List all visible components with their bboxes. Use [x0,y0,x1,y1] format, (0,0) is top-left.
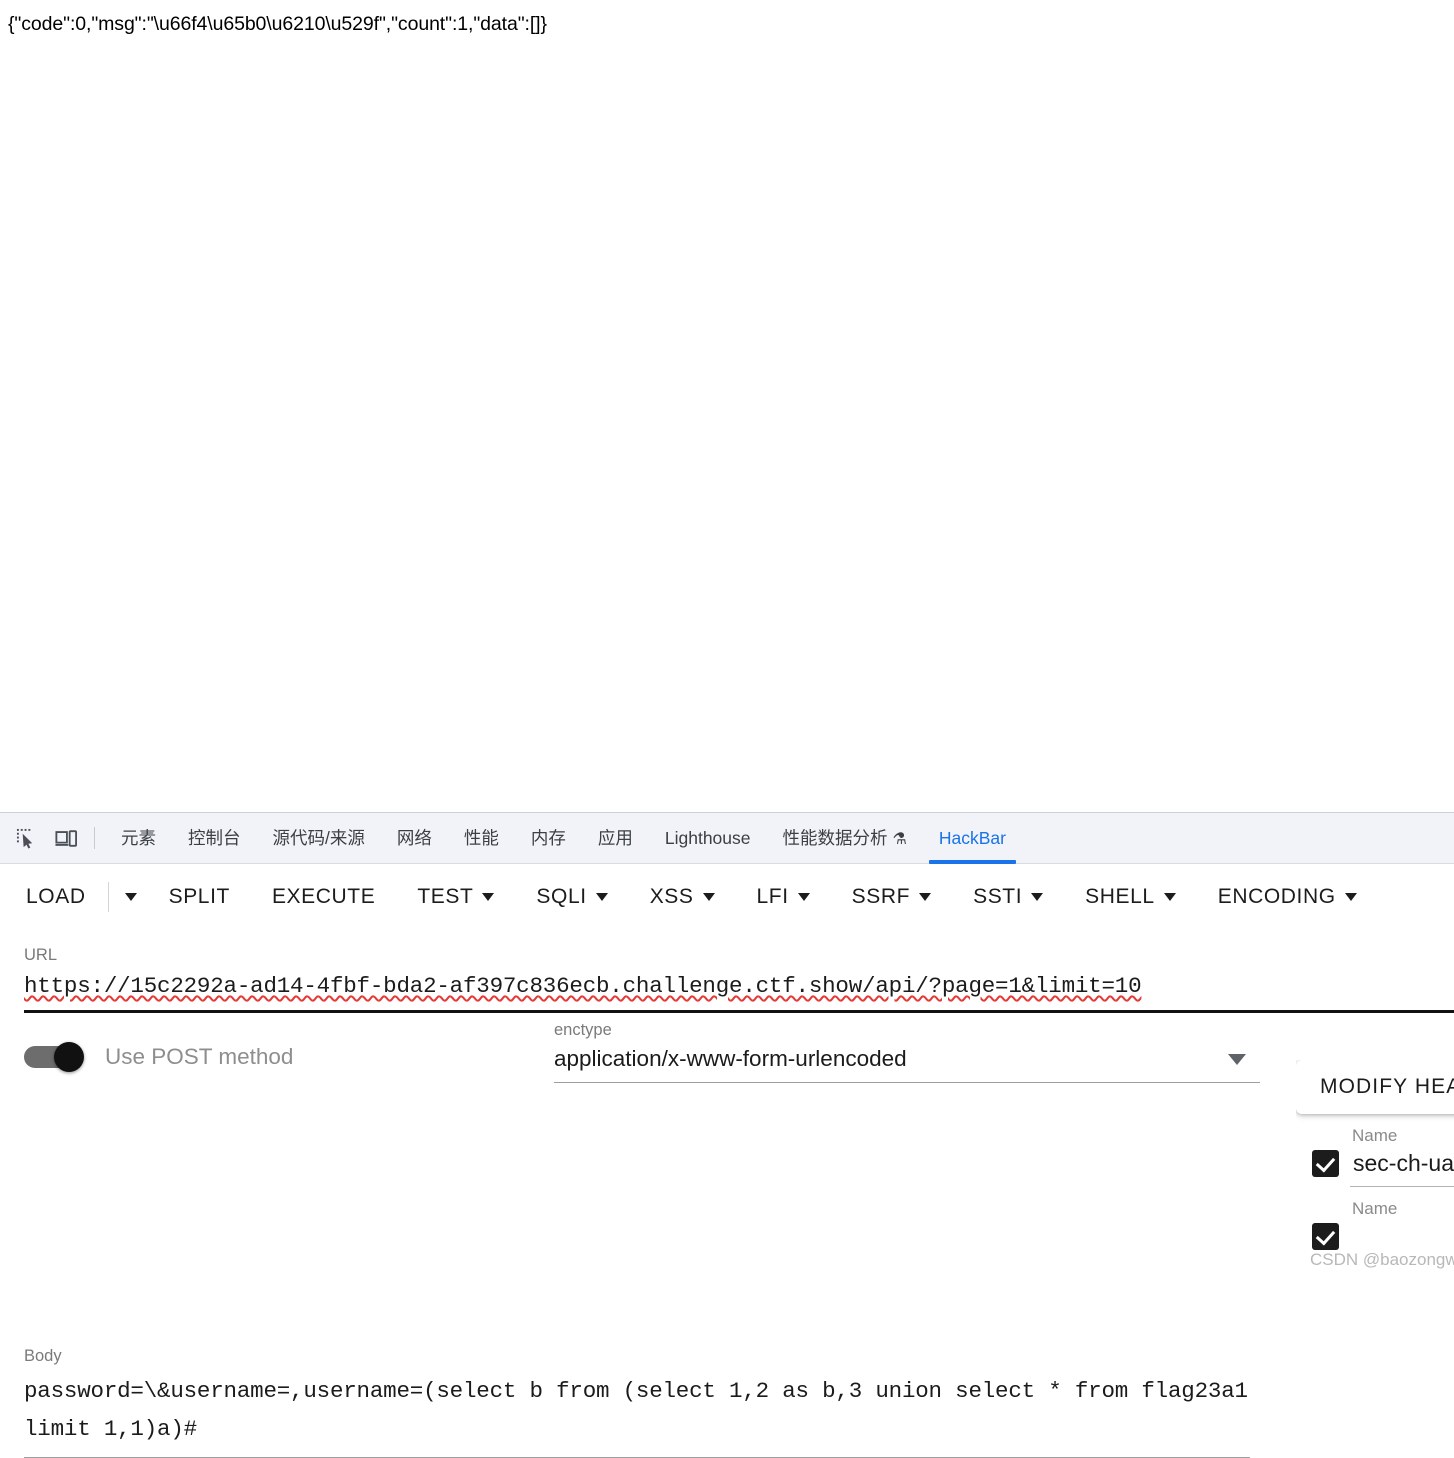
ssti-button[interactable]: SSTI [973,885,1044,909]
chevron-down-icon [1344,893,1357,901]
ssrf-label: SSRF [851,885,911,908]
tab-performance[interactable]: 性能 [448,812,515,864]
header-enabled-checkbox[interactable] [1312,1223,1339,1250]
tab-performance-insights-label: 性能数据分析 [782,828,888,848]
ssti-label: SSTI [973,885,1023,908]
body-field-group: Body password=\&username=,username=(sele… [24,1347,1250,1458]
tab-application[interactable]: 应用 [582,812,649,864]
tab-hackbar[interactable]: HackBar [923,812,1022,864]
toggle-knob [54,1042,84,1072]
device-toolbar-icon[interactable] [50,822,82,854]
tab-network[interactable]: 网络 [381,812,448,864]
modify-headers-button[interactable]: MODIFY HEADERS [1296,1060,1454,1114]
chevron-down-icon [482,893,495,901]
tab-performance-insights[interactable]: 性能数据分析 ⚗ [767,812,923,864]
devtools-panel: 元素 控制台 源代码/来源 网络 性能 内存 应用 Lighthouse 性能数… [0,812,1454,1458]
flask-icon: ⚗ [892,831,907,848]
sqli-button[interactable]: SQLI [536,885,608,909]
body-label: Body [24,1347,62,1365]
xss-label: XSS [649,885,694,908]
devtools-tabstrip: 元素 控制台 源代码/来源 网络 性能 内存 应用 Lighthouse 性能数… [0,812,1454,864]
url-field-group: URL https://15c2292a-ad14-4fbf-bda2-af39… [24,946,1454,1013]
chevron-down-icon [1163,893,1176,901]
header-name-label: Name [1352,1126,1398,1145]
tab-lighthouse[interactable]: Lighthouse [649,812,767,864]
url-input[interactable]: https://15c2292a-ad14-4fbf-bda2-af397c83… [24,971,1424,1001]
body-textarea[interactable]: password=\&username=,username=(select b … [24,1372,1250,1448]
enctype-field-group: enctype application/x-www-form-urlencode… [554,1021,1260,1083]
load-divider [107,882,109,912]
hackbar-toolbar: LOAD SPLIT EXECUTE TEST SQLI XSS LFI SSR… [0,864,1454,930]
ssrf-button[interactable]: SSRF [851,885,932,909]
enctype-underline [554,1082,1260,1083]
xss-button[interactable]: XSS [650,885,715,909]
load-button[interactable]: LOAD [26,885,86,909]
modify-headers-panel: MODIFY HEADERS Name sec-ch-ua Name [1296,1060,1454,1278]
header-name-input[interactable]: sec-ch-ua [1353,1150,1454,1177]
shell-label: SHELL [1085,885,1155,908]
toggle-switch[interactable] [24,1042,86,1072]
header-input-underline [1350,1186,1454,1187]
test-label: TEST [417,885,474,908]
tab-memory[interactable]: 内存 [515,812,582,864]
url-label: URL [24,946,58,964]
chevron-down-icon [797,893,810,901]
chevron-down-icon [1031,893,1044,901]
lfi-button[interactable]: LFI [757,885,810,909]
header-enabled-checkbox[interactable] [1312,1150,1339,1177]
header-field: sec-ch-ua [1296,1150,1454,1177]
encoding-button[interactable]: ENCODING [1218,885,1357,909]
test-button[interactable]: TEST [417,885,495,909]
header-row: Name [1296,1199,1454,1250]
use-post-method-label: Use POST method [105,1044,294,1069]
enctype-label: enctype [554,1021,612,1039]
page-response-area: {"code":0,"msg":"\u66f4\u65b0\u6210\u529… [0,0,1454,812]
header-name-label: Name [1352,1199,1398,1218]
chevron-down-icon [595,893,608,901]
header-field [1296,1223,1454,1250]
use-post-method-toggle[interactable]: Use POST method [24,1042,294,1072]
chevron-down-icon [1228,1053,1246,1065]
header-row: Name sec-ch-ua [1296,1126,1454,1187]
execute-button[interactable]: EXECUTE [272,885,375,909]
load-dropdown-caret-icon[interactable] [124,893,137,901]
enctype-select[interactable]: application/x-www-form-urlencoded [554,1046,1260,1072]
url-input-underline [24,1010,1454,1013]
split-button[interactable]: SPLIT [169,885,230,909]
lfi-label: LFI [756,885,789,908]
tab-elements[interactable]: 元素 [105,812,172,864]
chevron-down-icon [919,893,932,901]
encoding-label: ENCODING [1217,885,1336,908]
toolbar-divider [94,827,95,849]
chevron-down-icon [702,893,715,901]
inspect-element-icon[interactable] [10,822,42,854]
enctype-value: application/x-www-form-urlencoded [554,1046,907,1071]
sqli-label: SQLI [536,885,587,908]
tab-sources[interactable]: 源代码/来源 [257,812,381,864]
method-enctype-row: Use POST method enctype application/x-ww… [0,1015,1454,1458]
json-response-text: {"code":0,"msg":"\u66f4\u65b0\u6210\u529… [8,13,547,35]
tab-console[interactable]: 控制台 [172,812,257,864]
shell-button[interactable]: SHELL [1085,885,1176,909]
